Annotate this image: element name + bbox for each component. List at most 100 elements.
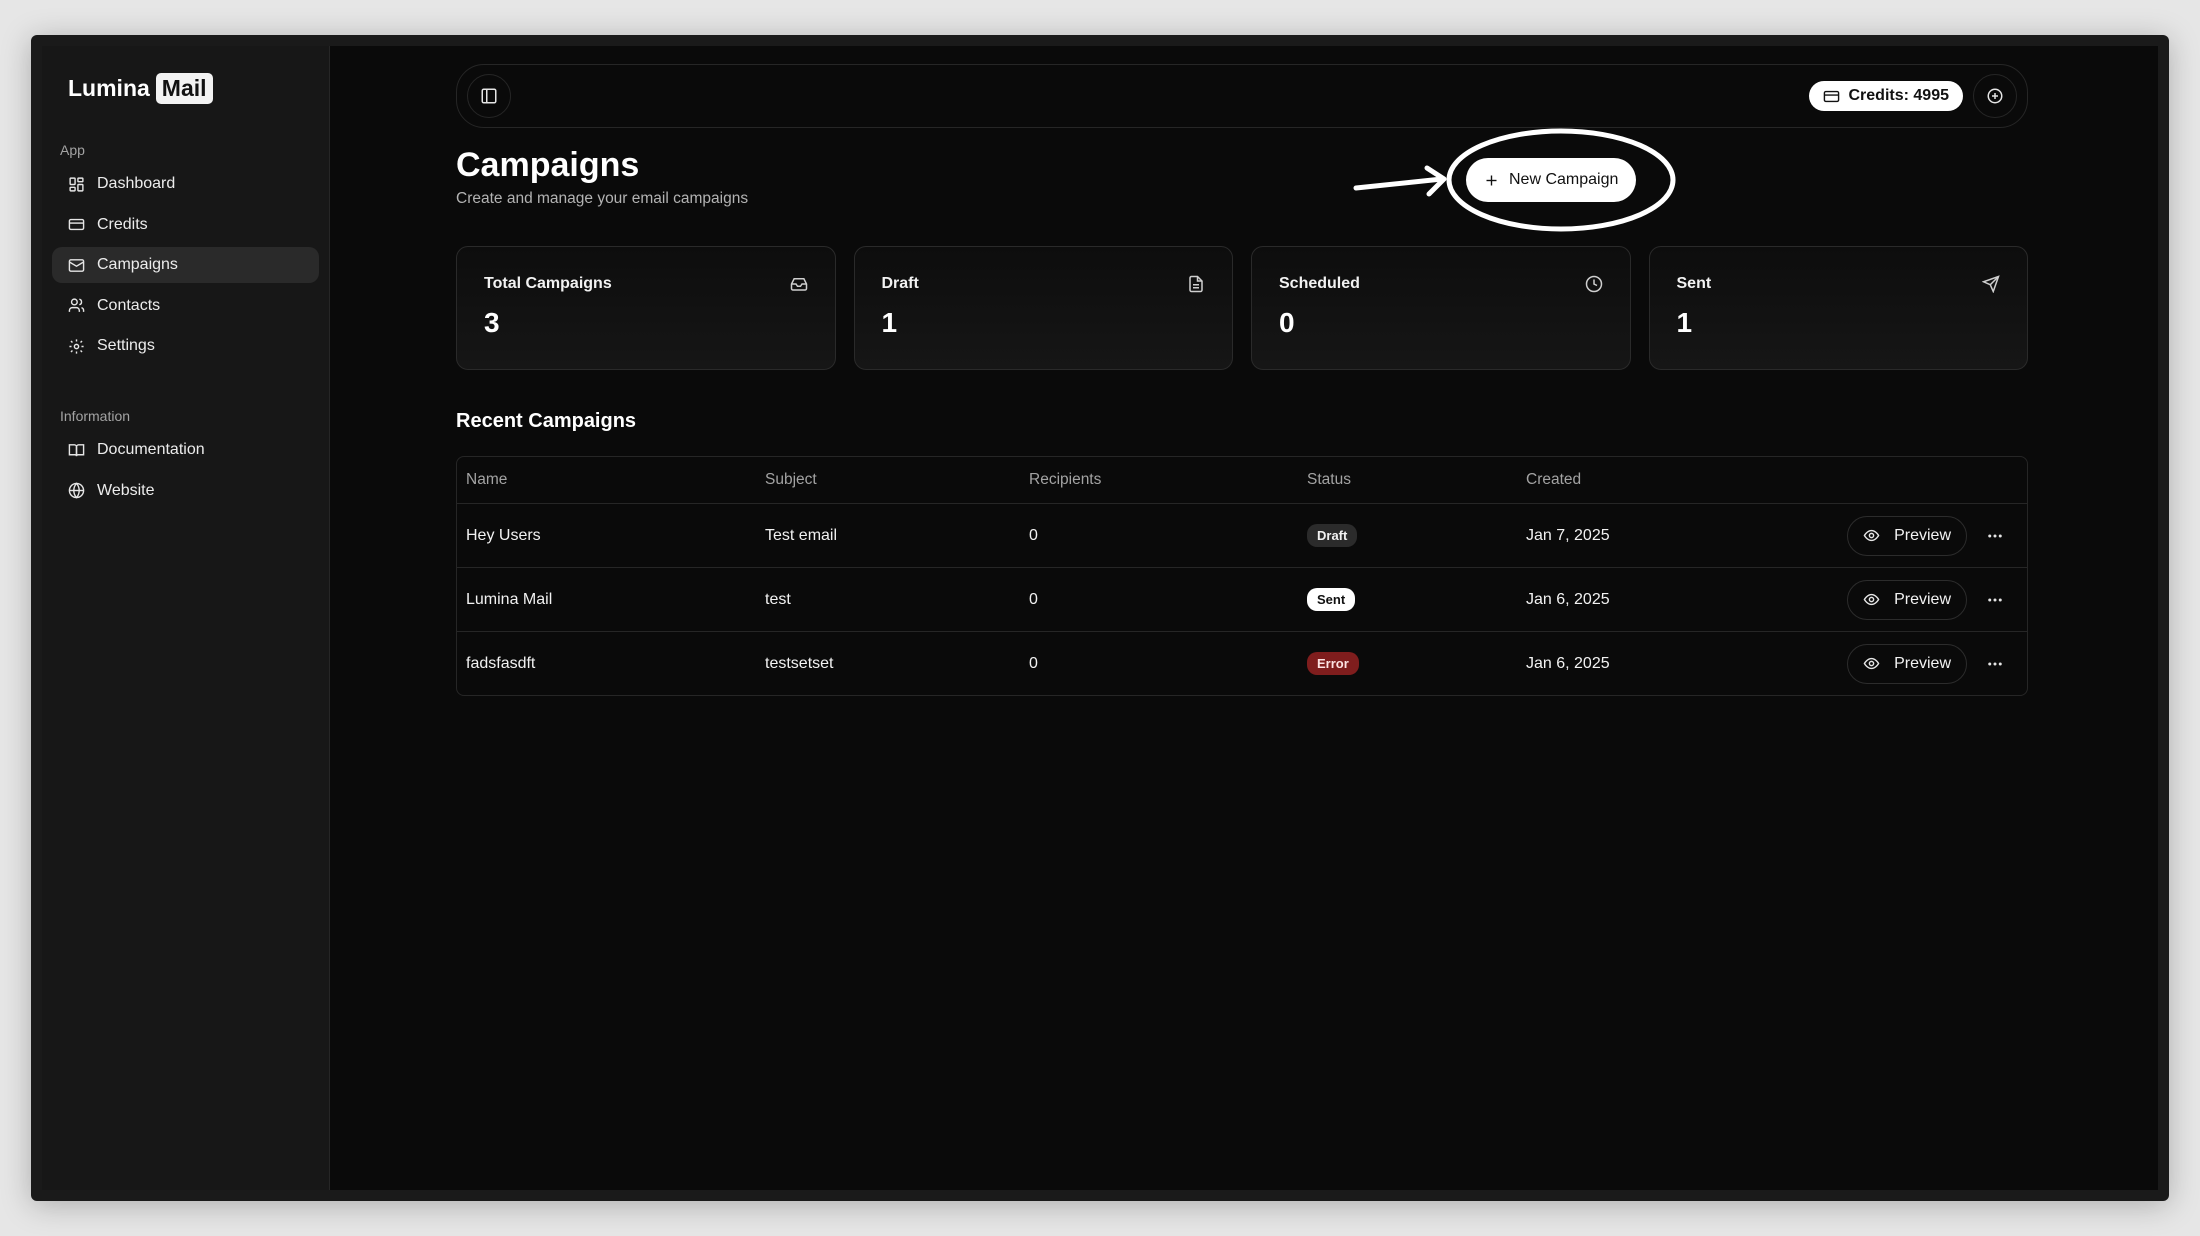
brand-logo[interactable]: Lumina Mail [52, 68, 319, 108]
column-header-subject[interactable]: Subject [765, 471, 1029, 489]
sidebar-item-documentation[interactable]: Documentation [52, 432, 319, 468]
table-header: Name Subject Recipients Status Created [457, 457, 2027, 503]
campaign-name: Hey Users [466, 526, 541, 544]
window-frame: Lumina Mail App Dashboard Credits Campai… [31, 35, 2169, 1201]
sidebar-item-dashboard[interactable]: Dashboard [52, 166, 319, 202]
stat-card-draft: Draft 1 [853, 246, 1233, 370]
sidebar-item-label: Contacts [97, 296, 161, 314]
sidebar-toggle-button[interactable] [467, 74, 511, 118]
stat-label: Sent [1676, 275, 1712, 292]
campaign-recipients: 0 [1029, 590, 1038, 608]
eye-icon [1863, 529, 1880, 542]
stat-card-sent: Sent 1 [1648, 246, 2028, 370]
more-options-button[interactable] [1983, 524, 2007, 548]
column-header-name[interactable]: Name [457, 471, 765, 489]
page-title: Campaigns [456, 146, 640, 184]
campaigns-table: Name Subject Recipients Status Created H… [456, 456, 2028, 696]
campaign-name: fadsfasdft [466, 654, 536, 672]
campaign-recipients: 0 [1029, 526, 1038, 544]
inbox-icon [790, 278, 807, 291]
gear-icon [69, 338, 84, 354]
preview-label: Preview [1894, 590, 1951, 608]
users-icon [68, 298, 85, 312]
eye-icon [1863, 657, 1880, 670]
campaign-subject: testsetset [765, 654, 834, 672]
status-cell: Sent [1307, 588, 1526, 611]
stat-card-scheduled: Scheduled 0 [1251, 246, 1631, 370]
book-icon [68, 443, 85, 456]
stats-row: Total Campaigns 3 Draft 1 Scheduled 0 Se… [456, 246, 2028, 370]
row-actions: Preview [1826, 579, 2027, 620]
new-campaign-button[interactable]: New Campaign [1466, 158, 1637, 202]
stat-label: Scheduled [1279, 275, 1360, 292]
sidebar-group-app: App [60, 142, 85, 158]
sidebar-item-label: Website [97, 481, 155, 499]
stat-value: 1 [881, 307, 898, 338]
app: Lumina Mail App Dashboard Credits Campai… [42, 46, 2158, 1190]
sidebar-item-label: Campaigns [97, 256, 178, 273]
more-options-button[interactable] [1983, 652, 2007, 676]
sidebar-item-label: Credits [97, 215, 148, 233]
table-row[interactable]: Lumina Mail test 0 Sent Jan 6, 2025 Prev… [457, 567, 2027, 631]
status-badge: Draft [1307, 524, 1358, 547]
sidebar-item-contacts[interactable]: Contacts [52, 288, 319, 324]
sidebar-item-settings[interactable]: Settings [52, 328, 319, 364]
add-credits-button[interactable] [1973, 74, 2017, 118]
more-horizontal-icon [1988, 662, 2002, 665]
campaign-name: Lumina Mail [466, 590, 553, 608]
status-badge: Error [1307, 652, 1359, 675]
column-header-created[interactable]: Created [1526, 471, 1826, 489]
stat-label: Draft [881, 275, 919, 292]
mail-icon [68, 258, 85, 272]
top-bar-actions: Credits: 4995 [1808, 74, 2017, 118]
table-row[interactable]: Hey Users Test email 0 Draft Jan 7, 2025… [457, 503, 2027, 567]
page-subtitle: Create and manage your email campaigns [456, 190, 749, 207]
status-badge: Sent [1307, 588, 1356, 611]
more-options-button[interactable] [1983, 588, 2007, 612]
send-icon [1982, 275, 2000, 293]
column-header-status[interactable]: Status [1307, 471, 1526, 489]
sidebar-item-label: Documentation [97, 441, 205, 458]
status-cell: Error [1307, 652, 1526, 675]
stat-value: 0 [1279, 307, 1295, 338]
preview-button[interactable]: Preview [1847, 643, 1967, 684]
brand-suffix: Mail [155, 72, 213, 104]
row-actions: Preview [1826, 515, 2027, 556]
credits-badge[interactable]: Credits: 4995 [1808, 81, 1963, 111]
stat-card-total: Total Campaigns 3 [456, 246, 836, 370]
campaign-created: Jan 6, 2025 [1526, 590, 1610, 608]
stat-value: 3 [484, 307, 500, 338]
stat-label: Total Campaigns [484, 275, 612, 292]
clock-icon [1585, 275, 1602, 293]
more-horizontal-icon [1988, 534, 2002, 537]
column-header-recipients[interactable]: Recipients [1029, 471, 1307, 489]
credits-label: Credits: 4995 [1848, 87, 1950, 104]
sidebar-item-credits[interactable]: Credits [52, 207, 319, 243]
sidebar-item-website[interactable]: Website [52, 473, 319, 509]
credit-card-icon [68, 218, 85, 231]
preview-label: Preview [1894, 654, 1951, 672]
brand-name: Lumina [68, 74, 150, 101]
preview-button[interactable]: Preview [1847, 515, 1967, 556]
campaign-subject: Test email [765, 526, 838, 544]
campaign-subject: test [765, 590, 791, 608]
status-cell: Draft [1307, 524, 1526, 547]
new-campaign-label: New Campaign [1509, 171, 1619, 188]
sidebar-item-campaigns[interactable]: Campaigns [52, 247, 319, 283]
row-actions: Preview [1826, 643, 2027, 684]
plus-icon [1486, 175, 1497, 185]
credit-card-icon [1823, 90, 1839, 102]
more-horizontal-icon [1988, 598, 2002, 601]
sidebar: Lumina Mail App Dashboard Credits Campai… [42, 46, 330, 1190]
grid-icon [69, 176, 84, 192]
sidebar-group-information: Information [60, 408, 131, 424]
campaign-recipients: 0 [1029, 654, 1038, 672]
campaign-created: Jan 7, 2025 [1526, 526, 1610, 544]
file-icon [1189, 275, 1203, 293]
table-row[interactable]: fadsfasdft testsetset 0 Error Jan 6, 202… [457, 631, 2027, 695]
sidebar-item-label: Dashboard [97, 175, 176, 192]
sidebar-item-label: Settings [97, 337, 155, 354]
preview-button[interactable]: Preview [1847, 579, 1967, 620]
preview-label: Preview [1894, 526, 1951, 544]
eye-icon [1863, 593, 1880, 606]
